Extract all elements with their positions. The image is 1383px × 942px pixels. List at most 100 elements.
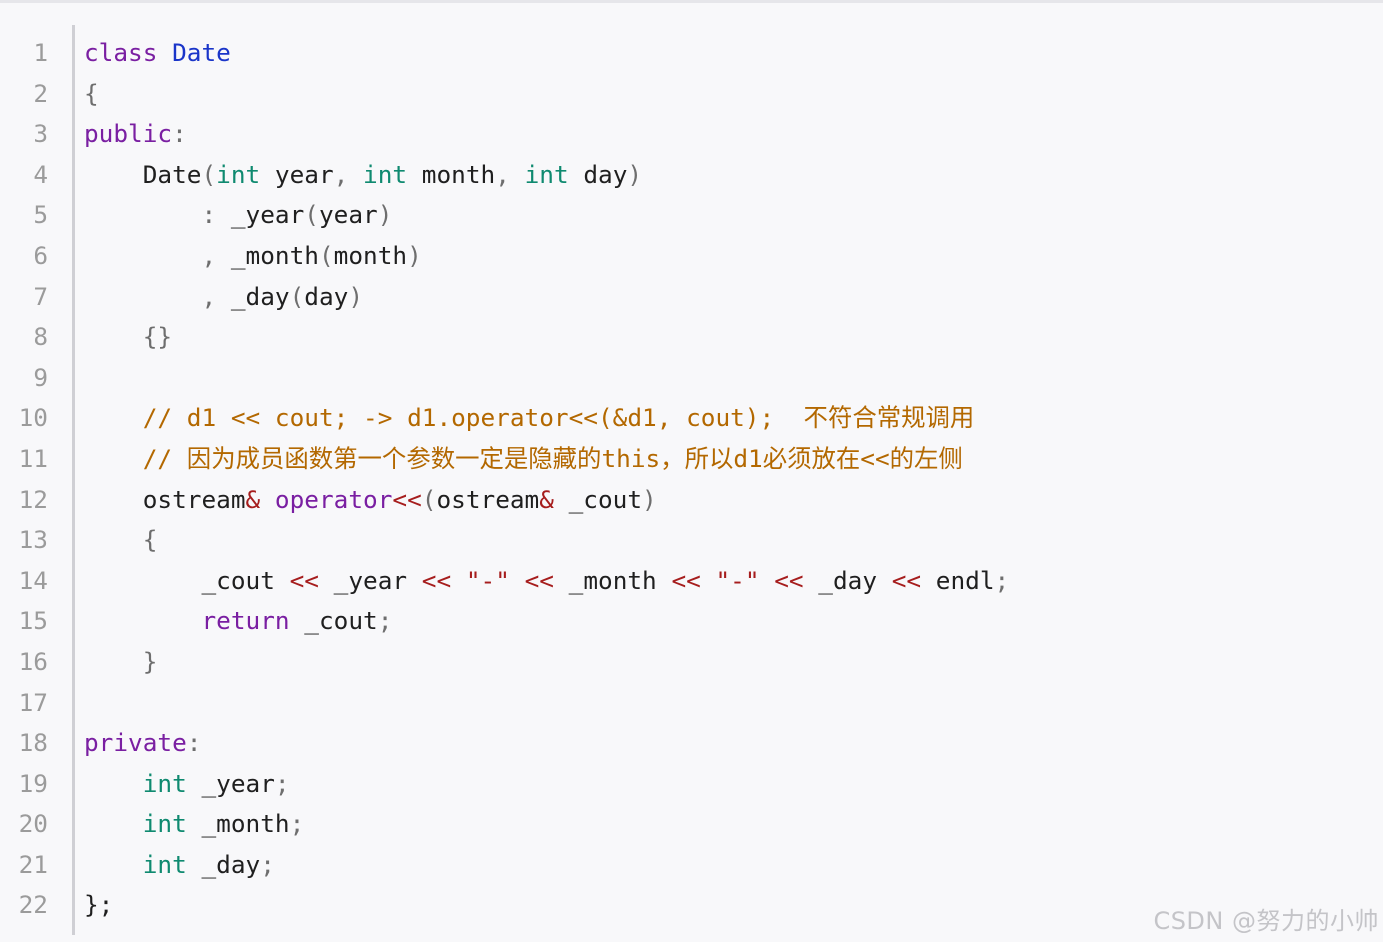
line-number: 18 xyxy=(18,728,48,758)
code-text: } xyxy=(84,642,158,683)
line-number: 9 xyxy=(33,362,48,392)
code-token: month xyxy=(333,240,408,270)
code-text: { xyxy=(84,74,99,115)
line-number: 21 xyxy=(18,849,48,879)
code-line: 8 {} xyxy=(0,317,1383,358)
watermark: CSDN @努力的小帅 xyxy=(1153,907,1379,935)
code-text: ostream& operator<<(ostream& _cout) xyxy=(84,480,657,521)
code-token: , xyxy=(201,281,217,311)
code-token: ) xyxy=(642,484,657,514)
code-token: // 因为成员函数第一个参数一定是隐藏的this，所以d1必须放在<<的左侧 xyxy=(142,443,963,473)
code-line: 3 public: xyxy=(0,114,1383,155)
code-token: << xyxy=(671,565,701,595)
code-line: 11 // 因为成员函数第一个参数一定是隐藏的this，所以d1必须放在<<的左… xyxy=(0,439,1383,480)
line-number: 2 xyxy=(33,78,48,108)
code-token: _year xyxy=(186,768,275,798)
code-token: << xyxy=(891,565,922,595)
code-token: ( xyxy=(289,281,305,311)
code-token: { xyxy=(142,525,158,555)
line-number: 17 xyxy=(18,687,48,717)
code-line: 21 int _day; xyxy=(0,845,1383,886)
code-token: ; xyxy=(289,809,305,839)
code-text: int _month; xyxy=(84,804,305,845)
code-token: _day xyxy=(216,281,290,311)
code-line: 6 , _month(month) xyxy=(0,236,1383,277)
code-token: << xyxy=(421,565,452,595)
code-token: << xyxy=(392,484,422,514)
code-token: _month xyxy=(553,565,672,595)
code-token: _cout xyxy=(553,484,643,514)
code-token: int xyxy=(216,159,261,189)
code-text: return _cout; xyxy=(84,601,392,642)
code-token: ; xyxy=(260,849,275,879)
code-token: year xyxy=(318,200,378,230)
code-token: int xyxy=(142,809,187,839)
line-number: 13 xyxy=(18,525,48,555)
code-token: endl xyxy=(921,565,995,595)
code-token: << xyxy=(774,565,804,595)
code-token: & xyxy=(539,484,554,514)
code-token: ) xyxy=(627,159,643,189)
code-token: int xyxy=(363,159,408,189)
code-token: _year xyxy=(216,200,305,230)
line-number: 8 xyxy=(33,322,48,352)
code-token: } xyxy=(142,646,158,676)
code-token: ( xyxy=(318,240,334,270)
code-token: { xyxy=(84,78,99,108)
line-number: 1 xyxy=(33,38,48,67)
code-listing: 1 class Date 2{3 public: 4 Date(int year, in… xyxy=(0,33,1383,926)
code-text: , _day(day) xyxy=(84,277,363,318)
line-number: 4 xyxy=(33,159,48,189)
code-line: 14 _cout << _year << "-" << _month << "-… xyxy=(0,561,1383,602)
code-text: // d1 << cout; -> d1.operator<<(&d1, cou… xyxy=(84,398,975,439)
code-text: // 因为成员函数第一个参数一定是隐藏的this，所以d1必须放在<<的左侧 xyxy=(84,439,963,480)
code-token: Date xyxy=(84,159,202,189)
code-token: "-" xyxy=(465,565,510,595)
code-line: 10 // d1 << cout; -> d1.operator<<(&d1, … xyxy=(0,398,1383,439)
code-line: 1 class Date xyxy=(0,33,1383,74)
code-token: day xyxy=(304,281,349,311)
code-token: << xyxy=(524,565,554,595)
line-number: 6 xyxy=(33,240,48,270)
code-token: day xyxy=(568,159,628,189)
line-number: 10 xyxy=(18,403,48,433)
code-text: : _year(year) xyxy=(84,195,392,236)
code-token: ostream xyxy=(436,484,540,514)
code-text: public: xyxy=(84,114,187,155)
code-line: 20 int _month; xyxy=(0,804,1383,845)
code-token: : xyxy=(186,728,202,758)
code-line: 16 } xyxy=(0,642,1383,683)
code-line: 15 return _cout; xyxy=(0,601,1383,642)
code-block: 1 class Date 2{3 public: 4 Date(int year, in… xyxy=(0,0,1383,942)
code-token: public xyxy=(84,119,173,149)
code-line: 5 : _year(year) xyxy=(0,195,1383,236)
code-token: year xyxy=(260,159,334,189)
code-line: 17 xyxy=(0,683,1383,724)
code-token: ( xyxy=(201,159,217,189)
line-number: 15 xyxy=(18,606,48,636)
code-token: int xyxy=(142,849,187,879)
code-token: & xyxy=(245,484,261,514)
code-text: {} xyxy=(84,317,172,358)
code-token: ( xyxy=(421,484,437,514)
code-token: , xyxy=(333,159,349,189)
line-number: 22 xyxy=(18,890,48,920)
code-token: , xyxy=(201,240,217,270)
code-token: _cout xyxy=(84,565,290,595)
code-token: ) xyxy=(377,200,393,230)
code-token: ( xyxy=(304,200,319,230)
code-line: 18 private: xyxy=(0,723,1383,764)
code-text: int _day; xyxy=(84,845,275,886)
code-token: << xyxy=(289,565,319,595)
code-line: 12 ostream& operator<<(ostream& _cout) xyxy=(0,480,1383,521)
